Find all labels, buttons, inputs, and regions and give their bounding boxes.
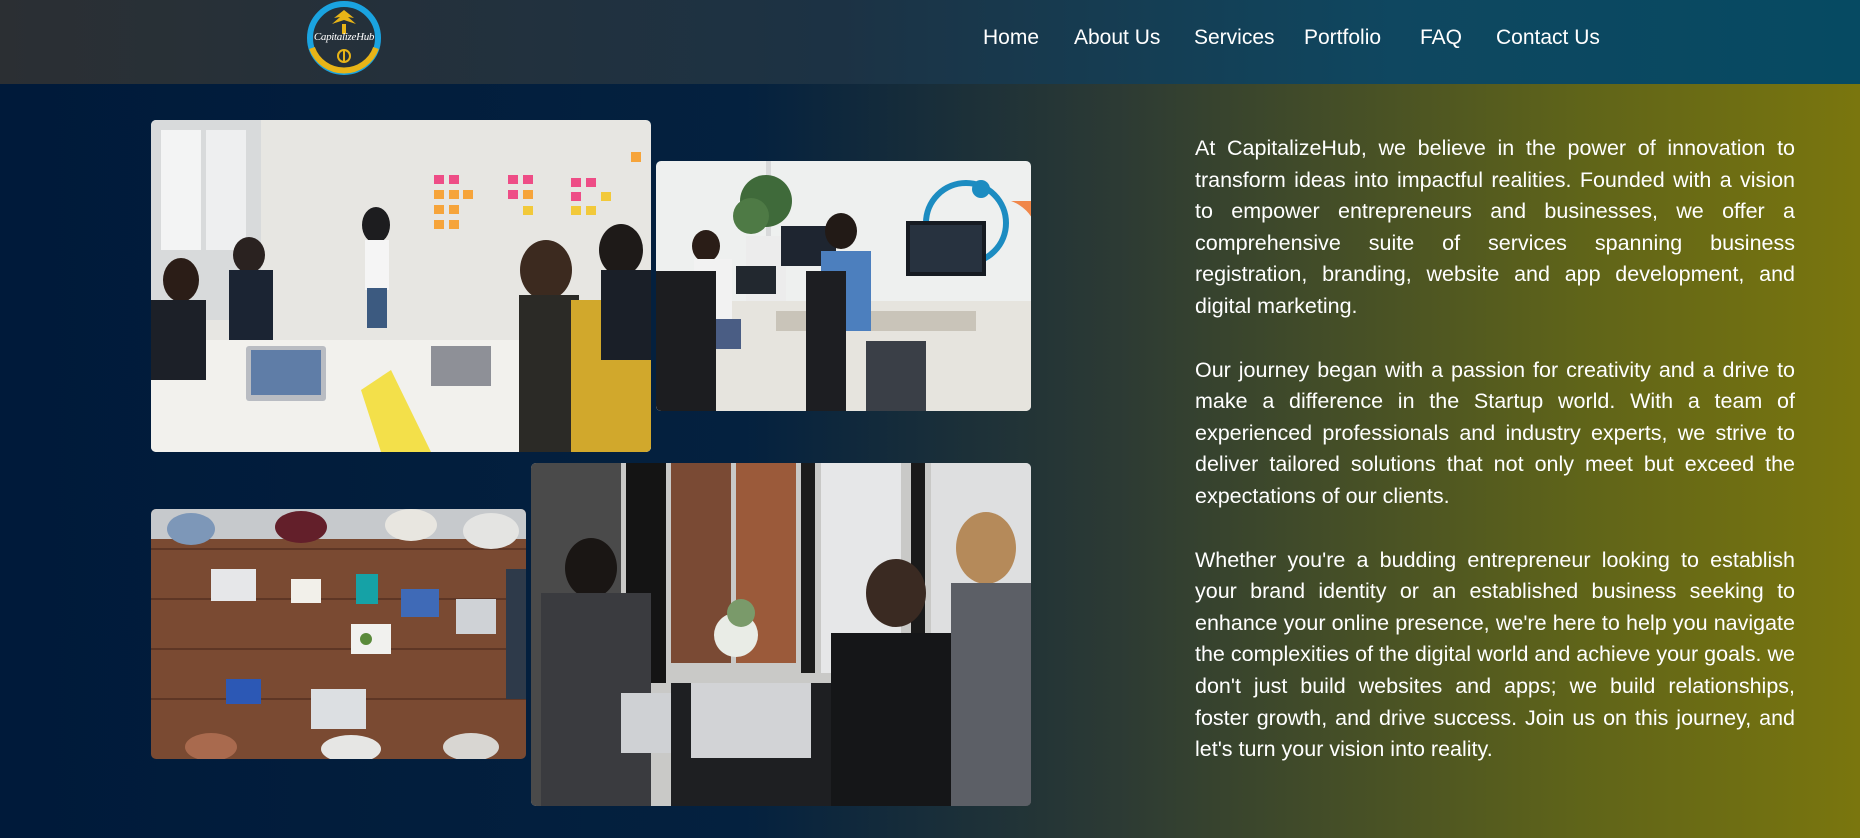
team-meeting-whiteboard-photo — [151, 120, 651, 452]
developers-at-monitors-photo — [656, 161, 1031, 411]
nav-faq[interactable]: FAQ — [1420, 24, 1462, 52]
about-paragraph: Whether you're a budding entrepreneur lo… — [1195, 547, 1795, 762]
about-paragraph: Our journey began with a passion for cre… — [1195, 357, 1795, 508]
team-working-laptops-photo — [531, 463, 1031, 806]
nav-about-us[interactable]: About Us — [1074, 24, 1160, 52]
main-nav: Home About Us Services Portfolio FAQ Con… — [0, 24, 1860, 52]
nav-home[interactable]: Home — [983, 24, 1039, 52]
overhead-desk-laptops-photo — [151, 509, 526, 759]
about-text-block: At CapitalizeHub, we believe in the powe… — [1195, 133, 1795, 798]
nav-services[interactable]: Services — [1194, 24, 1275, 52]
site-header: CapitalizeHub Home About Us Services Por… — [0, 0, 1860, 84]
nav-contact-us[interactable]: Contact Us — [1496, 24, 1600, 52]
nav-portfolio[interactable]: Portfolio — [1304, 24, 1381, 52]
about-paragraph: At CapitalizeHub, we believe in the powe… — [1195, 136, 1795, 318]
